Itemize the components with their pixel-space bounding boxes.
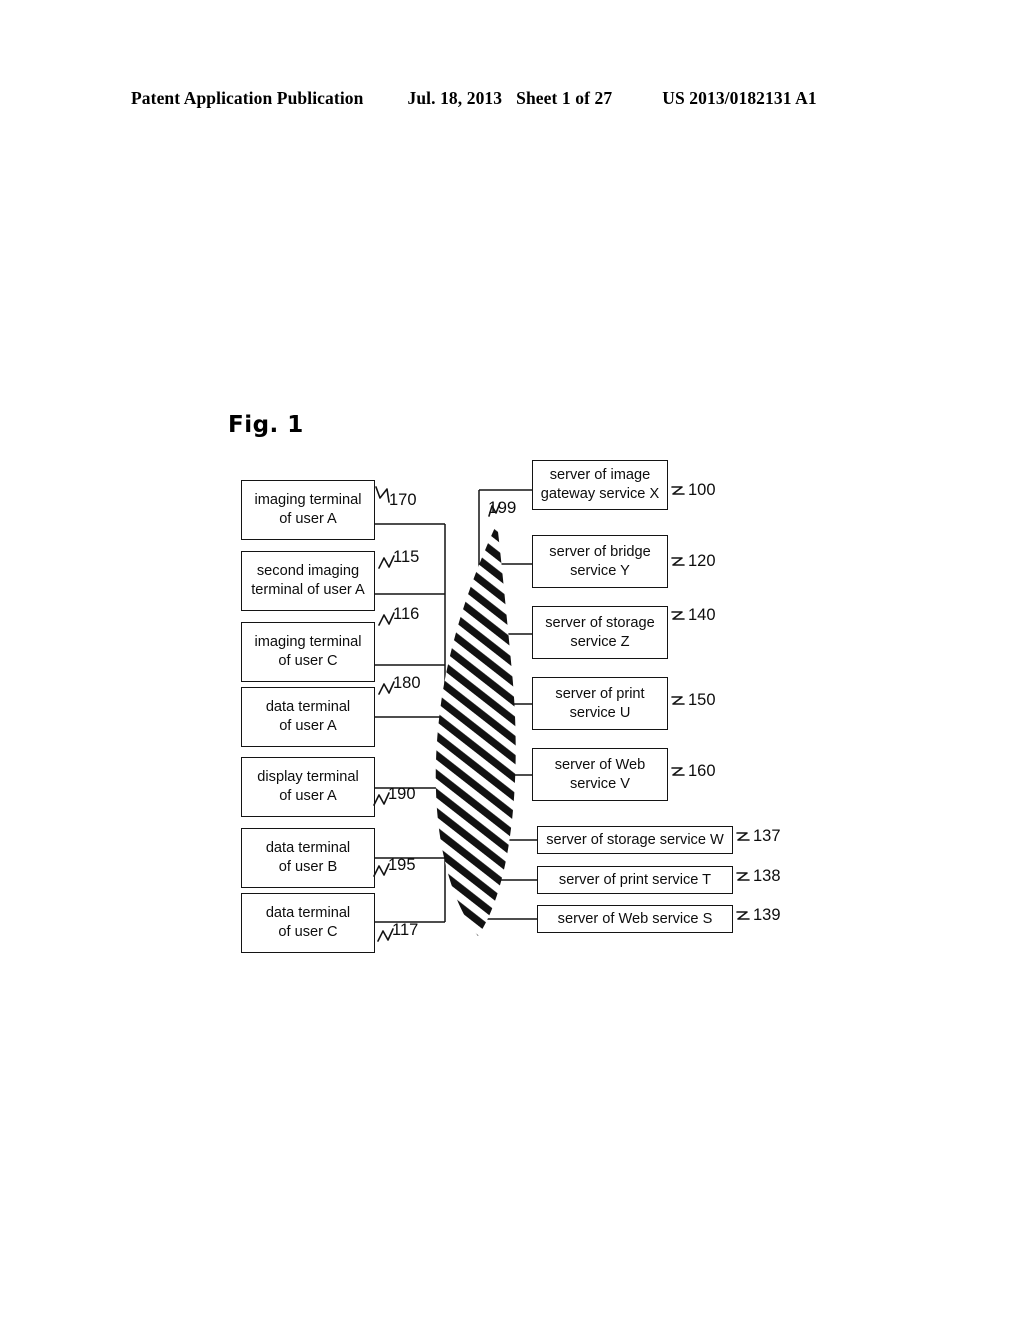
- node-label-line1: data terminal: [265, 699, 351, 716]
- refnum-160: 160: [688, 762, 716, 780]
- refnum-170: 170: [389, 491, 417, 509]
- diagram-connections: [375, 489, 537, 936]
- node-server-storage-service-w[interactable]: server of storage service W: [537, 826, 733, 854]
- node-second-imaging-terminal-user-a[interactable]: second imaging terminal of user A: [241, 551, 375, 611]
- node-label-line1: server of Web service S: [557, 910, 713, 927]
- node-label-line1: server of print: [555, 685, 645, 702]
- node-imaging-terminal-user-c[interactable]: imaging terminal of user C: [241, 622, 375, 682]
- node-data-terminal-user-a[interactable]: data terminal of user A: [241, 687, 375, 747]
- node-label-line1: second imaging: [256, 563, 360, 580]
- node-label-line1: server of storage service W: [546, 831, 724, 848]
- node-label-line1: server of image: [549, 467, 651, 484]
- node-server-image-gateway-service-x[interactable]: server of image gateway service X: [532, 460, 668, 510]
- node-label-line2: gateway service X: [540, 486, 660, 502]
- node-label-line2: of user A: [279, 718, 337, 734]
- node-label-line2: of user C: [278, 653, 338, 669]
- node-label-line2: of user A: [279, 788, 337, 804]
- node-label-line2: terminal of user A: [251, 582, 365, 598]
- node-label-line2: of user C: [278, 924, 338, 940]
- node-label-line1: display terminal: [257, 769, 359, 786]
- node-label-line1: data terminal: [265, 905, 351, 922]
- node-display-terminal-user-a[interactable]: display terminal of user A: [241, 757, 375, 817]
- node-data-terminal-user-c[interactable]: data terminal of user C: [241, 893, 375, 953]
- refnum-100: 100: [688, 481, 716, 499]
- refnum-120: 120: [688, 552, 716, 570]
- refnum-195: 195: [388, 856, 416, 874]
- node-label-line2: of user B: [278, 859, 338, 875]
- refnum-138: 138: [753, 867, 781, 885]
- refnum-180: 180: [393, 674, 421, 692]
- node-label-line1: server of print service T: [558, 871, 712, 888]
- node-label-line2: service Y: [570, 562, 630, 579]
- node-server-print-service-t[interactable]: server of print service T: [537, 866, 733, 894]
- node-label-line2: service Z: [570, 633, 630, 650]
- node-label-line2: service U: [569, 704, 631, 721]
- node-label-line1: data terminal: [265, 840, 351, 857]
- node-label-line1: server of Web: [554, 756, 646, 773]
- node-server-print-service-u[interactable]: server of print service U: [532, 677, 668, 730]
- node-label-line1: imaging terminal: [254, 492, 362, 509]
- refnum-199-network: 199: [488, 498, 517, 517]
- refnum-139: 139: [753, 906, 781, 924]
- node-label-line1: server of storage: [545, 614, 655, 631]
- refnum-117: 117: [392, 921, 419, 939]
- node-server-web-service-v[interactable]: server of Web service V: [532, 748, 668, 801]
- node-label-line1: server of bridge: [549, 543, 651, 560]
- refnum-140: 140: [688, 606, 716, 624]
- node-server-bridge-service-y[interactable]: server of bridge service Y: [532, 535, 668, 588]
- node-data-terminal-user-b[interactable]: data terminal of user B: [241, 828, 375, 888]
- node-server-web-service-s[interactable]: server of Web service S: [537, 905, 733, 933]
- refnum-190: 190: [388, 785, 416, 803]
- node-imaging-terminal-user-a[interactable]: imaging terminal of user A: [241, 480, 375, 540]
- refnum-150: 150: [688, 691, 716, 709]
- node-label-line1: imaging terminal: [254, 634, 362, 651]
- node-label-line2: of user A: [279, 511, 337, 527]
- refnum-116: 116: [393, 605, 420, 623]
- network-cloud: [435, 523, 516, 936]
- node-label-line2: service V: [569, 775, 630, 792]
- refnum-115: 115: [393, 548, 420, 566]
- node-server-storage-service-z[interactable]: server of storage service Z: [532, 606, 668, 659]
- refnum-137: 137: [753, 827, 781, 845]
- figure-1-diagram: imaging terminal of user A second imagin…: [0, 0, 1024, 1320]
